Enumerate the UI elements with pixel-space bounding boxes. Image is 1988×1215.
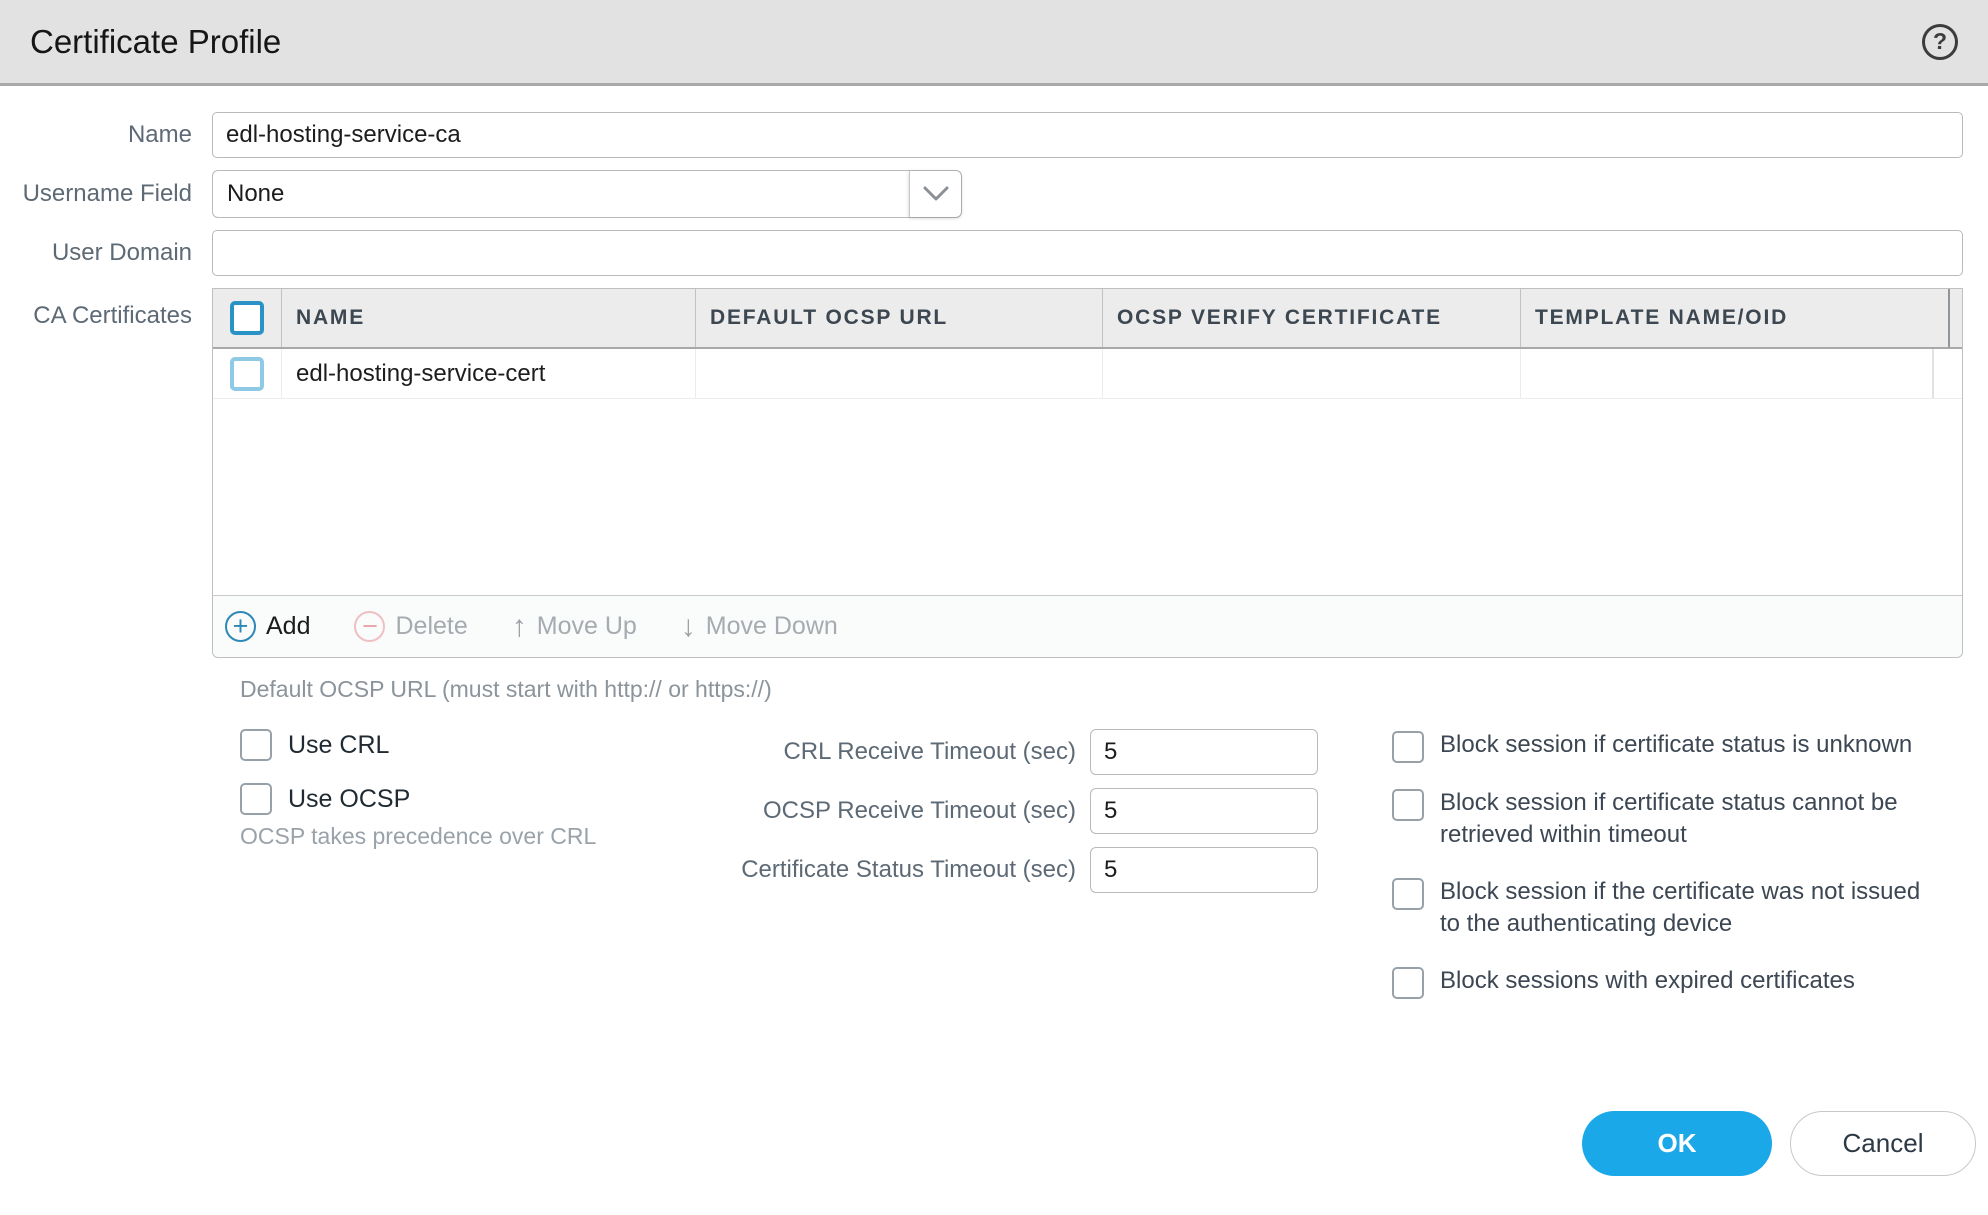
- add-button[interactable]: + Add: [225, 611, 310, 642]
- ocsp-precedence-note: OCSP takes precedence over CRL: [240, 823, 632, 850]
- action-buttons: OK Cancel: [0, 1111, 1976, 1176]
- name-label: Name: [0, 121, 212, 149]
- user-domain-input[interactable]: [212, 230, 1963, 276]
- add-button-label: Add: [266, 612, 310, 641]
- row-checkbox-cell: [213, 349, 281, 398]
- lower-options: Use CRL Use OCSP OCSP takes precedence o…: [0, 729, 1988, 1023]
- delete-button[interactable]: − Delete: [354, 611, 467, 642]
- move-up-button-label: Move Up: [537, 612, 637, 641]
- cert-status-timeout-input[interactable]: [1090, 847, 1318, 893]
- use-crl-checkbox[interactable]: [240, 729, 272, 761]
- block-expired-label: Block sessions with expired certificates: [1440, 965, 1855, 997]
- table-header-gutter: [1948, 289, 1962, 347]
- default-ocsp-url-hint: Default OCSP URL (must start with http:/…: [240, 676, 1988, 703]
- move-up-button[interactable]: ↑ Move Up: [512, 610, 637, 644]
- use-ocsp-label: Use OCSP: [288, 785, 410, 814]
- page-title: Certificate Profile: [30, 23, 281, 61]
- use-crl-option[interactable]: Use CRL: [240, 729, 632, 761]
- block-status-unknown-option[interactable]: Block session if certificate status is u…: [1392, 729, 1952, 763]
- ocsp-timeout-label: OCSP Receive Timeout (sec): [632, 797, 1090, 825]
- use-ocsp-checkbox[interactable]: [240, 783, 272, 815]
- ca-certificates-table: NAME DEFAULT OCSP URL OCSP VERIFY CERTIF…: [212, 288, 1963, 658]
- table-header-row: NAME DEFAULT OCSP URL OCSP VERIFY CERTIF…: [213, 289, 1962, 349]
- move-down-button[interactable]: ↓ Move Down: [681, 610, 838, 644]
- crl-timeout-row: CRL Receive Timeout (sec): [632, 729, 1318, 775]
- dialog-header: Certificate Profile ?: [0, 0, 1988, 86]
- crl-timeout-input[interactable]: [1090, 729, 1318, 775]
- user-domain-label: User Domain: [0, 239, 212, 267]
- add-icon: +: [225, 611, 256, 642]
- table-toolbar: + Add − Delete ↑ Move Up ↓ Move Down: [213, 595, 1962, 657]
- block-not-issued-checkbox[interactable]: [1392, 878, 1424, 910]
- username-field-row: Username Field None: [0, 170, 1988, 218]
- table-empty-area: [213, 399, 1962, 595]
- column-header-name[interactable]: NAME: [281, 289, 695, 347]
- row-ocsp-verify-certificate-cell: [1102, 349, 1520, 398]
- block-status-timeout-label: Block session if certificate status cann…: [1440, 787, 1940, 852]
- username-field-label: Username Field: [0, 180, 212, 208]
- column-header-template-name-oid[interactable]: TEMPLATE NAME/OID: [1520, 289, 1948, 347]
- crl-ocsp-column: Use CRL Use OCSP OCSP takes precedence o…: [240, 729, 632, 1023]
- timeouts-column: CRL Receive Timeout (sec) OCSP Receive T…: [632, 729, 1318, 1023]
- user-domain-row: User Domain: [0, 230, 1988, 276]
- ca-certificates-label: CA Certificates: [0, 288, 212, 330]
- row-default-ocsp-url-cell: [695, 349, 1102, 398]
- ocsp-timeout-row: OCSP Receive Timeout (sec): [632, 788, 1318, 834]
- row-template-name-oid-cell: [1520, 349, 1932, 398]
- block-not-issued-label: Block session if the certificate was not…: [1440, 876, 1940, 941]
- row-name-cell: edl-hosting-service-cert: [281, 349, 695, 398]
- block-status-unknown-checkbox[interactable]: [1392, 731, 1424, 763]
- row-checkbox[interactable]: [230, 357, 264, 391]
- table-row[interactable]: edl-hosting-service-cert: [213, 349, 1962, 399]
- select-all-checkbox[interactable]: [230, 301, 264, 335]
- block-expired-option[interactable]: Block sessions with expired certificates: [1392, 965, 1952, 999]
- username-field-dropdown[interactable]: None: [212, 170, 962, 218]
- cert-status-timeout-label: Certificate Status Timeout (sec): [632, 856, 1090, 884]
- help-icon[interactable]: ?: [1922, 24, 1958, 60]
- certificate-profile-form: Name Username Field None User Domain CA …: [0, 86, 1988, 1176]
- block-options-column: Block session if certificate status is u…: [1392, 729, 1952, 1023]
- block-not-issued-option[interactable]: Block session if the certificate was not…: [1392, 876, 1952, 941]
- move-up-icon: ↑: [512, 610, 527, 644]
- name-row: Name: [0, 112, 1988, 158]
- name-input[interactable]: [212, 112, 1963, 158]
- table-row-gutter: [1932, 349, 1962, 398]
- column-header-default-ocsp-url[interactable]: DEFAULT OCSP URL: [695, 289, 1102, 347]
- ca-certificates-row: CA Certificates NAME DEFAULT OCSP URL OC…: [0, 288, 1988, 658]
- ok-button[interactable]: OK: [1582, 1111, 1772, 1176]
- block-status-timeout-option[interactable]: Block session if certificate status cann…: [1392, 787, 1952, 852]
- delete-button-label: Delete: [395, 612, 467, 641]
- block-expired-checkbox[interactable]: [1392, 967, 1424, 999]
- crl-timeout-label: CRL Receive Timeout (sec): [632, 738, 1090, 766]
- use-crl-label: Use CRL: [288, 731, 389, 760]
- select-all-cell: [213, 289, 281, 347]
- cert-status-timeout-row: Certificate Status Timeout (sec): [632, 847, 1318, 893]
- use-ocsp-option[interactable]: Use OCSP: [240, 783, 632, 815]
- chevron-down-icon[interactable]: [909, 171, 961, 217]
- move-down-icon: ↓: [681, 610, 696, 644]
- username-field-selected-value: None: [213, 171, 909, 217]
- delete-icon: −: [354, 611, 385, 642]
- block-status-timeout-checkbox[interactable]: [1392, 789, 1424, 821]
- ocsp-timeout-input[interactable]: [1090, 788, 1318, 834]
- block-status-unknown-label: Block session if certificate status is u…: [1440, 729, 1912, 761]
- column-header-ocsp-verify-certificate[interactable]: OCSP VERIFY CERTIFICATE: [1102, 289, 1520, 347]
- cancel-button[interactable]: Cancel: [1790, 1111, 1976, 1176]
- move-down-button-label: Move Down: [706, 612, 838, 641]
